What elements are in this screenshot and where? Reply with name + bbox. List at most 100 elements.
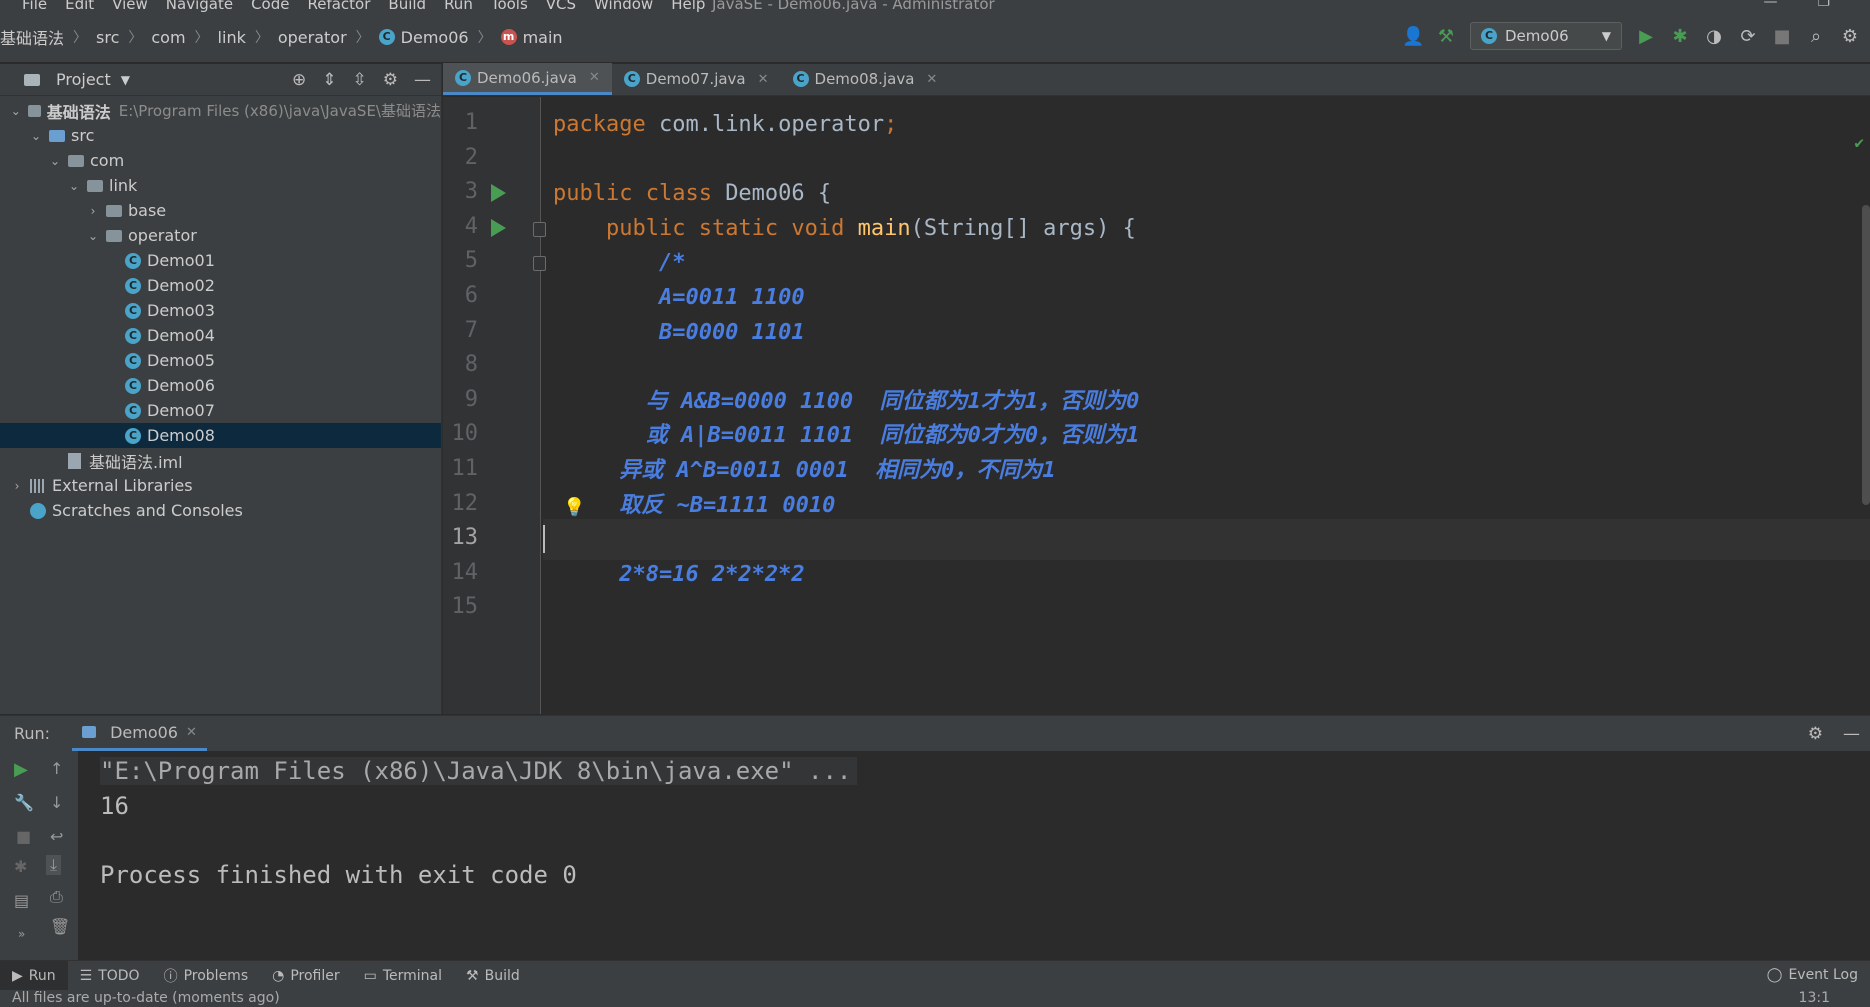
run-gutter-icon[interactable] [491, 184, 506, 203]
menu-item-file[interactable]: File [22, 0, 47, 13]
code-area[interactable]: ✔ package com.link.operator; public class… [543, 97, 1870, 714]
menu-item-edit[interactable]: Edit [65, 0, 94, 13]
tree-node-demo07[interactable]: C Demo07 [0, 398, 441, 423]
close-icon[interactable]: ✕ [758, 72, 769, 87]
tree-node-src[interactable]: ⌄ src [0, 123, 441, 148]
debug-icon[interactable]: ✱ [1670, 26, 1690, 47]
tree-node-[interactable]: ⌄ 基础语法 E:\Program Files (x86)\java\JavaSE\… [0, 98, 441, 123]
close-icon[interactable]: ✕ [186, 725, 197, 740]
tree-node-base[interactable]: › base [0, 198, 441, 223]
menu-item-vcs[interactable]: VCS [546, 0, 576, 13]
caret-position[interactable]: 13:1 [1799, 990, 1830, 1006]
tree-node-demo04[interactable]: C Demo04 [0, 323, 441, 348]
tree-node-iml[interactable]: 基础语法.iml [0, 448, 441, 473]
tool-button-todo[interactable]: ☰ TODO [68, 961, 152, 991]
breadcrumb-item[interactable]: operator [278, 28, 347, 47]
menu-item-run[interactable]: Run [444, 0, 473, 13]
collapse-all-icon[interactable]: ⇳ [353, 70, 367, 90]
tree-node-demo02[interactable]: C Demo02 [0, 273, 441, 298]
menu-item-tools[interactable]: Tools [491, 0, 528, 13]
rerun-icon[interactable]: ▶ [14, 759, 28, 780]
breadcrumb-item[interactable]: com [151, 28, 185, 47]
breadcrumb-item[interactable]: src [96, 28, 119, 47]
layout-icon[interactable]: ▤ [14, 891, 29, 910]
tool-button-terminal[interactable]: ▭ Terminal [352, 961, 454, 991]
coverage-icon[interactable]: ◑ [1704, 26, 1724, 47]
chevron-down-icon[interactable]: ⌄ [86, 229, 100, 243]
hide-icon[interactable]: — [414, 70, 431, 90]
expand-all-icon[interactable]: ⇕ [322, 70, 336, 90]
tree-node-external-libraries[interactable]: › External Libraries [0, 473, 441, 498]
profile-icon[interactable]: ⟳ [1738, 26, 1758, 47]
console-output[interactable]: "E:\Program Files (x86)\Java\JDK 8\bin\j… [82, 751, 1870, 961]
tree-node-scratches-and-consoles[interactable]: Scratches and Consoles [0, 498, 441, 523]
menu-item-help[interactable]: Help [671, 0, 705, 13]
settings-gear-icon[interactable]: ⚙ [1840, 26, 1860, 47]
tool-button-problems[interactable]: ⓘ Problems [152, 961, 261, 991]
intention-bulb-icon[interactable]: 💡 [563, 497, 585, 518]
run-tab[interactable]: Demo06 ✕ [72, 716, 207, 751]
tool-button-profiler[interactable]: ◔ Profiler [260, 961, 352, 991]
soft-wrap-icon[interactable]: ↩ [50, 827, 63, 846]
tree-node-demo03[interactable]: C Demo03 [0, 298, 441, 323]
editor-tab[interactable]: C Demo08.java ✕ [781, 63, 950, 95]
search-icon[interactable]: ⌕ [1806, 26, 1826, 47]
breadcrumb-item[interactable]: link [218, 28, 246, 47]
more-icon[interactable]: » [18, 927, 25, 941]
chevron-down-icon[interactable]: ⌄ [10, 104, 22, 118]
run-configuration-select[interactable]: C Demo06 ▼ [1470, 22, 1622, 50]
close-icon[interactable]: ✕ [926, 72, 937, 87]
stop-icon[interactable]: ■ [16, 827, 31, 846]
scroll-to-end-icon[interactable]: ⤓ [46, 855, 62, 875]
print-icon[interactable]: ⎙ [50, 887, 63, 907]
editor-tab[interactable]: C Demo07.java ✕ [612, 63, 781, 95]
close-icon[interactable]: ✕ [589, 70, 600, 85]
up-arrow-icon[interactable]: ↑ [50, 759, 63, 778]
chevron-down-icon[interactable]: ▼ [121, 73, 130, 87]
debug-icon[interactable]: ✱ [14, 857, 27, 876]
project-header[interactable]: Project ▼ ⊕ ⇕ ⇳ ⚙ — [0, 64, 441, 96]
hide-icon[interactable]: — [1843, 724, 1860, 744]
event-log-button[interactable]: ◯ Event Log [1767, 967, 1858, 983]
menu-item-navigate[interactable]: Navigate [166, 0, 233, 13]
vertical-scrollbar[interactable] [1862, 205, 1870, 505]
tool-button-build[interactable]: ⚒ Build [454, 961, 532, 991]
breadcrumb-item[interactable]: C Demo06 [378, 28, 469, 47]
menu-item-build[interactable]: Build [388, 0, 426, 13]
chevron-right-icon[interactable]: › [86, 204, 100, 218]
chevron-down-icon[interactable]: ⌄ [67, 179, 81, 193]
tree-node-demo08[interactable]: C Demo08 [0, 423, 441, 448]
inspection-ok-icon[interactable]: ✔ [1854, 133, 1864, 152]
menu-item-code[interactable]: Code [251, 0, 289, 13]
breadcrumb-item[interactable]: 基础语法 [0, 25, 64, 49]
tree-node-link[interactable]: ⌄ link [0, 173, 441, 198]
run-gutter-icon[interactable] [491, 218, 506, 237]
run-icon[interactable]: ▶ [1636, 26, 1656, 47]
chevron-right-icon[interactable]: › [10, 479, 24, 493]
editor-tab[interactable]: C Demo06.java ✕ [443, 63, 612, 95]
trash-icon[interactable]: 🗑 [50, 917, 70, 936]
tree-node-demo05[interactable]: C Demo05 [0, 348, 441, 373]
build-hammer-icon[interactable]: ⚒ [1436, 26, 1456, 47]
down-arrow-icon[interactable]: ↓ [50, 793, 63, 812]
menu-item-window[interactable]: Window [594, 0, 653, 13]
settings-gear-icon[interactable]: ⚙ [1808, 724, 1823, 744]
tree-node-com[interactable]: ⌄ com [0, 148, 441, 173]
settings-gear-icon[interactable]: ⚙ [383, 70, 398, 90]
restore-icon[interactable]: ❐ [1817, 0, 1830, 10]
chevron-down-icon[interactable]: ⌄ [48, 154, 62, 168]
stop-icon[interactable]: ■ [1772, 26, 1792, 47]
terminal-icon: ▭ [363, 967, 377, 984]
tree-node-demo01[interactable]: C Demo01 [0, 248, 441, 273]
breadcrumb-item[interactable]: m main [500, 28, 563, 47]
locate-icon[interactable]: ⊕ [292, 70, 306, 90]
chevron-down-icon[interactable]: ⌄ [29, 129, 43, 143]
menu-item-view[interactable]: View [112, 0, 148, 13]
menu-item-refactor[interactable]: Refactor [307, 0, 370, 13]
minimize-icon[interactable]: — [1763, 0, 1777, 10]
tree-node-operator[interactable]: ⌄ operator [0, 223, 441, 248]
wrench-icon[interactable]: 🔧 [14, 793, 34, 812]
user-icon[interactable]: 👤 [1402, 26, 1424, 47]
tool-button-run[interactable]: ▶ Run [0, 960, 68, 991]
tree-node-demo06[interactable]: C Demo06 [0, 373, 441, 398]
